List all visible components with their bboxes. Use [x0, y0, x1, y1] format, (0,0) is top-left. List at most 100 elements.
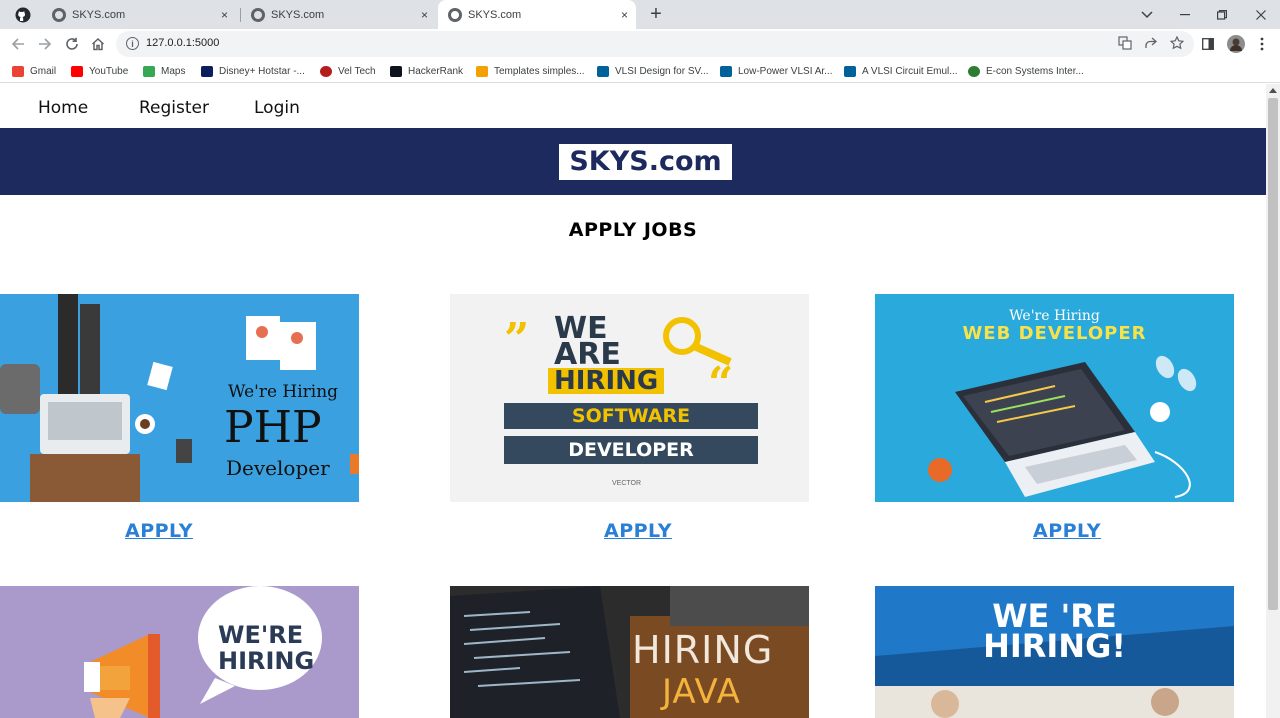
- hotstar-icon: [201, 65, 213, 77]
- translate-icon[interactable]: [1118, 36, 1132, 55]
- page-scrollbar[interactable]: [1266, 84, 1280, 718]
- bookmark-templates[interactable]: Templates simples...: [476, 64, 585, 78]
- megaphone-were-text: WE'RE: [218, 621, 304, 649]
- site-banner: SKYS.com: [0, 128, 1266, 195]
- nav-register-link[interactable]: Register: [139, 98, 209, 118]
- megaphone-hiring-text: HIRING: [218, 647, 315, 675]
- minimize-icon[interactable]: [1174, 0, 1196, 29]
- hackerrank-icon: [390, 65, 402, 77]
- bookmarks-bar: Gmail YouTube Maps Disney+ Hotstar -... …: [0, 59, 1280, 83]
- site-logo: SKYS.com: [559, 144, 732, 180]
- job-image-software: ” WE ARE HIRING “ SOFTWARE DEVELOPER VEC…: [450, 294, 809, 502]
- browser-tab-active[interactable]: SKYS.com ×: [438, 0, 636, 29]
- browser-tab[interactable]: SKYS.com ×: [243, 0, 436, 29]
- bookmark-ieee-3[interactable]: A VLSI Circuit Emul...: [844, 64, 958, 78]
- avatar[interactable]: [1226, 34, 1246, 54]
- side-panel-icon[interactable]: [1198, 34, 1218, 54]
- bookmark-youtube[interactable]: YouTube: [71, 64, 128, 78]
- tab-title: SKYS.com: [72, 8, 126, 21]
- nav-home-link[interactable]: Home: [38, 98, 88, 118]
- hiring-text: HIRING: [548, 368, 665, 394]
- new-tab-button[interactable]: +: [644, 0, 668, 29]
- sql-hiring-text: HIRING!: [983, 627, 1126, 665]
- php-developer-text: Developer: [226, 456, 330, 480]
- bookmark-label: Maps: [161, 65, 186, 77]
- bookmark-econ[interactable]: E-con Systems Inter...: [968, 64, 1084, 78]
- globe-icon: [52, 7, 66, 22]
- nav-login-link[interactable]: Login: [254, 98, 300, 118]
- job-image-megaphone: WE'RE HIRING: [0, 586, 359, 718]
- econ-icon: [968, 65, 980, 77]
- software-band: SOFTWARE: [504, 403, 758, 429]
- globe-icon: [448, 7, 462, 22]
- bookmark-veltech[interactable]: Vel Tech: [320, 64, 376, 78]
- back-arrow-icon[interactable]: [8, 34, 28, 54]
- browser-tab[interactable]: SKYS.com ×: [44, 0, 236, 29]
- home-icon[interactable]: [88, 34, 108, 54]
- bookmark-hackerrank[interactable]: HackerRank: [390, 64, 463, 78]
- restore-icon[interactable]: [1211, 0, 1233, 29]
- templates-icon: [476, 65, 488, 77]
- apply-link[interactable]: APPLY: [604, 520, 672, 542]
- tab-strip: SKYS.com × SKYS.com × SKYS.com × +: [0, 0, 1280, 29]
- bookmark-label: HackerRank: [408, 65, 464, 77]
- github-icon[interactable]: [8, 0, 38, 29]
- reload-icon[interactable]: [62, 34, 82, 54]
- veltech-icon: [320, 65, 332, 77]
- bookmark-star-icon[interactable]: [1169, 35, 1185, 55]
- tab-title: SKYS.com: [468, 8, 522, 21]
- scroll-up-arrow-icon[interactable]: [1269, 88, 1277, 93]
- browser-toolbar: i 127.0.0.1:5000: [0, 29, 1280, 59]
- ieee-icon: [844, 65, 856, 77]
- vector-tag: VECTOR: [612, 480, 642, 487]
- apply-link[interactable]: APPLY: [125, 520, 193, 542]
- job-image-sql: WE 'RE HIRING!: [875, 586, 1234, 718]
- url-text[interactable]: 127.0.0.1:5000: [146, 37, 219, 49]
- close-icon[interactable]: ×: [221, 8, 228, 22]
- close-icon[interactable]: ×: [621, 8, 628, 22]
- apply-link[interactable]: APPLY: [1033, 520, 1101, 542]
- quote-open-icon: ”: [504, 314, 530, 365]
- bookmark-ieee-1[interactable]: VLSI Design for SV...: [597, 64, 709, 78]
- job-image-php: We're Hiring PHP Developer: [0, 294, 359, 502]
- bookmark-ieee-2[interactable]: Low-Power VLSI Ar...: [720, 64, 833, 78]
- window-close-icon[interactable]: [1250, 0, 1272, 29]
- forward-arrow-icon[interactable]: [35, 34, 55, 54]
- bookmark-label: Gmail: [30, 65, 57, 77]
- tab-divider: [240, 8, 241, 22]
- quote-close-icon: “: [708, 358, 734, 409]
- share-icon[interactable]: [1144, 36, 1158, 55]
- bookmark-label: Templates simples...: [494, 65, 585, 77]
- bookmark-label: E-con Systems Inter...: [986, 65, 1084, 77]
- page-title: APPLY JOBS: [568, 219, 698, 241]
- ieee-icon: [720, 65, 732, 77]
- php-hiring-text: We're Hiring: [228, 382, 339, 402]
- site-info-icon[interactable]: i: [126, 37, 139, 50]
- java-hiring-text: HIRING: [632, 628, 774, 672]
- bookmark-label: A VLSI Circuit Emul...: [862, 65, 958, 77]
- address-bar[interactable]: i 127.0.0.1:5000: [116, 31, 1194, 57]
- maps-icon: [143, 65, 155, 77]
- scrollbar-thumb[interactable]: [1268, 98, 1278, 610]
- bookmark-maps[interactable]: Maps: [143, 64, 185, 78]
- bookmark-label: VLSI Design for SV...: [615, 65, 709, 77]
- youtube-icon: [71, 65, 83, 77]
- web-page: Home Register Login SKYS.com APPLY JOBS …: [0, 84, 1266, 718]
- kebab-menu-icon[interactable]: [1252, 34, 1272, 54]
- bookmark-label: Low-Power VLSI Ar...: [738, 65, 833, 77]
- bookmark-hotstar[interactable]: Disney+ Hotstar -...: [201, 64, 305, 78]
- web-title-text: WEB DEVELOPER: [962, 323, 1147, 344]
- job-image-web: We're Hiring WEB DEVELOPER: [875, 294, 1234, 502]
- developer-band: DEVELOPER: [504, 436, 758, 464]
- bookmark-label: Vel Tech: [338, 65, 376, 77]
- bookmark-gmail[interactable]: Gmail: [12, 64, 56, 78]
- are-text: ARE: [554, 337, 621, 372]
- globe-icon: [251, 7, 265, 22]
- gmail-icon: [12, 65, 24, 77]
- php-title-text: PHP: [224, 402, 322, 453]
- bookmark-label: Disney+ Hotstar -...: [219, 65, 305, 77]
- tab-search-icon[interactable]: [1136, 0, 1158, 29]
- close-icon[interactable]: ×: [421, 8, 428, 22]
- web-hiring-text: We're Hiring: [1009, 308, 1100, 324]
- java-title-text: JAVA: [662, 672, 741, 712]
